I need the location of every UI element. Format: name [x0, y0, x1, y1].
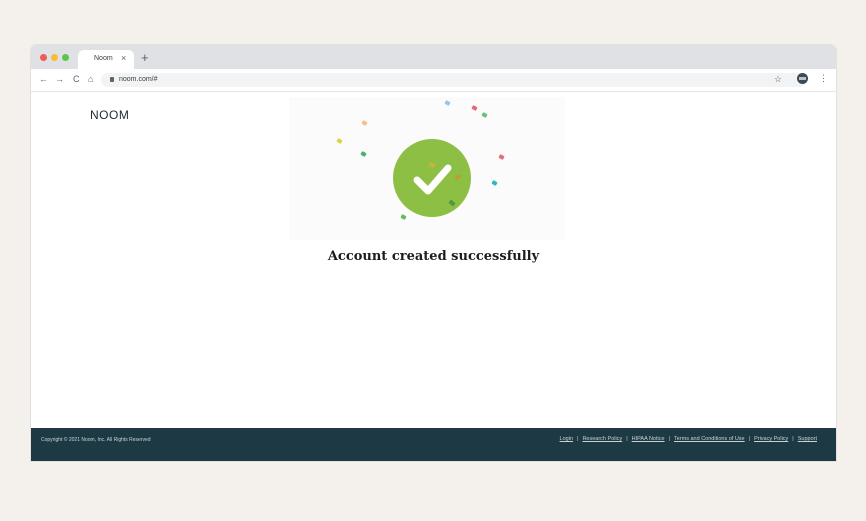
noom-logo[interactable]: NOOM: [90, 108, 129, 122]
back-arrow-icon[interactable]: ←: [39, 74, 48, 84]
link-separator: |: [668, 436, 670, 442]
browser-window: Noom × + ← → C ⌂ noom.com/# ☆ ⋮ NOOM Acc…: [31, 45, 836, 461]
support-link[interactable]: Support: [798, 436, 817, 442]
tab-noom[interactable]: Noom ×: [78, 50, 134, 69]
bookmark-star-icon[interactable]: ☆: [774, 74, 782, 84]
link-separator: |: [626, 436, 628, 442]
confetti-piece: [498, 154, 505, 160]
footer: Copyright © 2021 Noom, Inc. All Rights R…: [31, 428, 836, 461]
profile-avatar-icon[interactable]: [797, 73, 808, 84]
copyright-text: Copyright © 2021 Noom, Inc. All Rights R…: [41, 437, 151, 443]
research-policy-link[interactable]: Research Policy: [582, 436, 622, 442]
confetti-piece: [361, 120, 368, 126]
home-icon[interactable]: ⌂: [88, 74, 93, 84]
new-tab-button[interactable]: +: [141, 51, 149, 64]
minimize-window-button[interactable]: [51, 54, 58, 61]
confetti-piece: [471, 105, 478, 111]
footer-links: Login | Research Policy | HIPAA Notice |…: [560, 436, 817, 442]
confetti-piece: [336, 138, 343, 144]
privacy-policy-link[interactable]: Privacy Policy: [754, 436, 788, 442]
check-circle-icon: [393, 139, 471, 217]
confetti-piece: [444, 100, 451, 106]
menu-dots-icon[interactable]: ⋮: [819, 73, 828, 83]
link-separator: |: [577, 436, 579, 442]
forward-arrow-icon[interactable]: →: [55, 74, 64, 84]
url-text: noom.com/#: [119, 76, 158, 83]
success-message: Account created successfully: [327, 249, 540, 264]
confetti-piece: [491, 180, 498, 186]
confetti-piece: [481, 112, 488, 118]
hipaa-notice-link[interactable]: HIPAA Notice: [632, 436, 665, 442]
close-window-button[interactable]: [40, 54, 47, 61]
maximize-window-button[interactable]: [62, 54, 69, 61]
address-bar[interactable]: noom.com/#: [101, 73, 806, 87]
confetti-piece: [360, 151, 367, 157]
lock-icon: [110, 77, 114, 82]
link-separator: |: [792, 436, 794, 442]
terms-link[interactable]: Terms and Conditions of Use: [674, 436, 745, 442]
page-content: NOOM Account created successfully: [31, 92, 836, 428]
tab-bar: Noom × +: [31, 45, 836, 69]
success-illustration: [289, 97, 565, 240]
browser-toolbar: ← → C ⌂ noom.com/# ☆ ⋮: [31, 69, 836, 92]
close-tab-icon[interactable]: ×: [121, 53, 126, 63]
link-separator: |: [748, 436, 751, 442]
login-link[interactable]: Login: [560, 436, 573, 442]
tab-title: Noom: [94, 55, 113, 62]
reload-icon[interactable]: C: [73, 74, 80, 84]
